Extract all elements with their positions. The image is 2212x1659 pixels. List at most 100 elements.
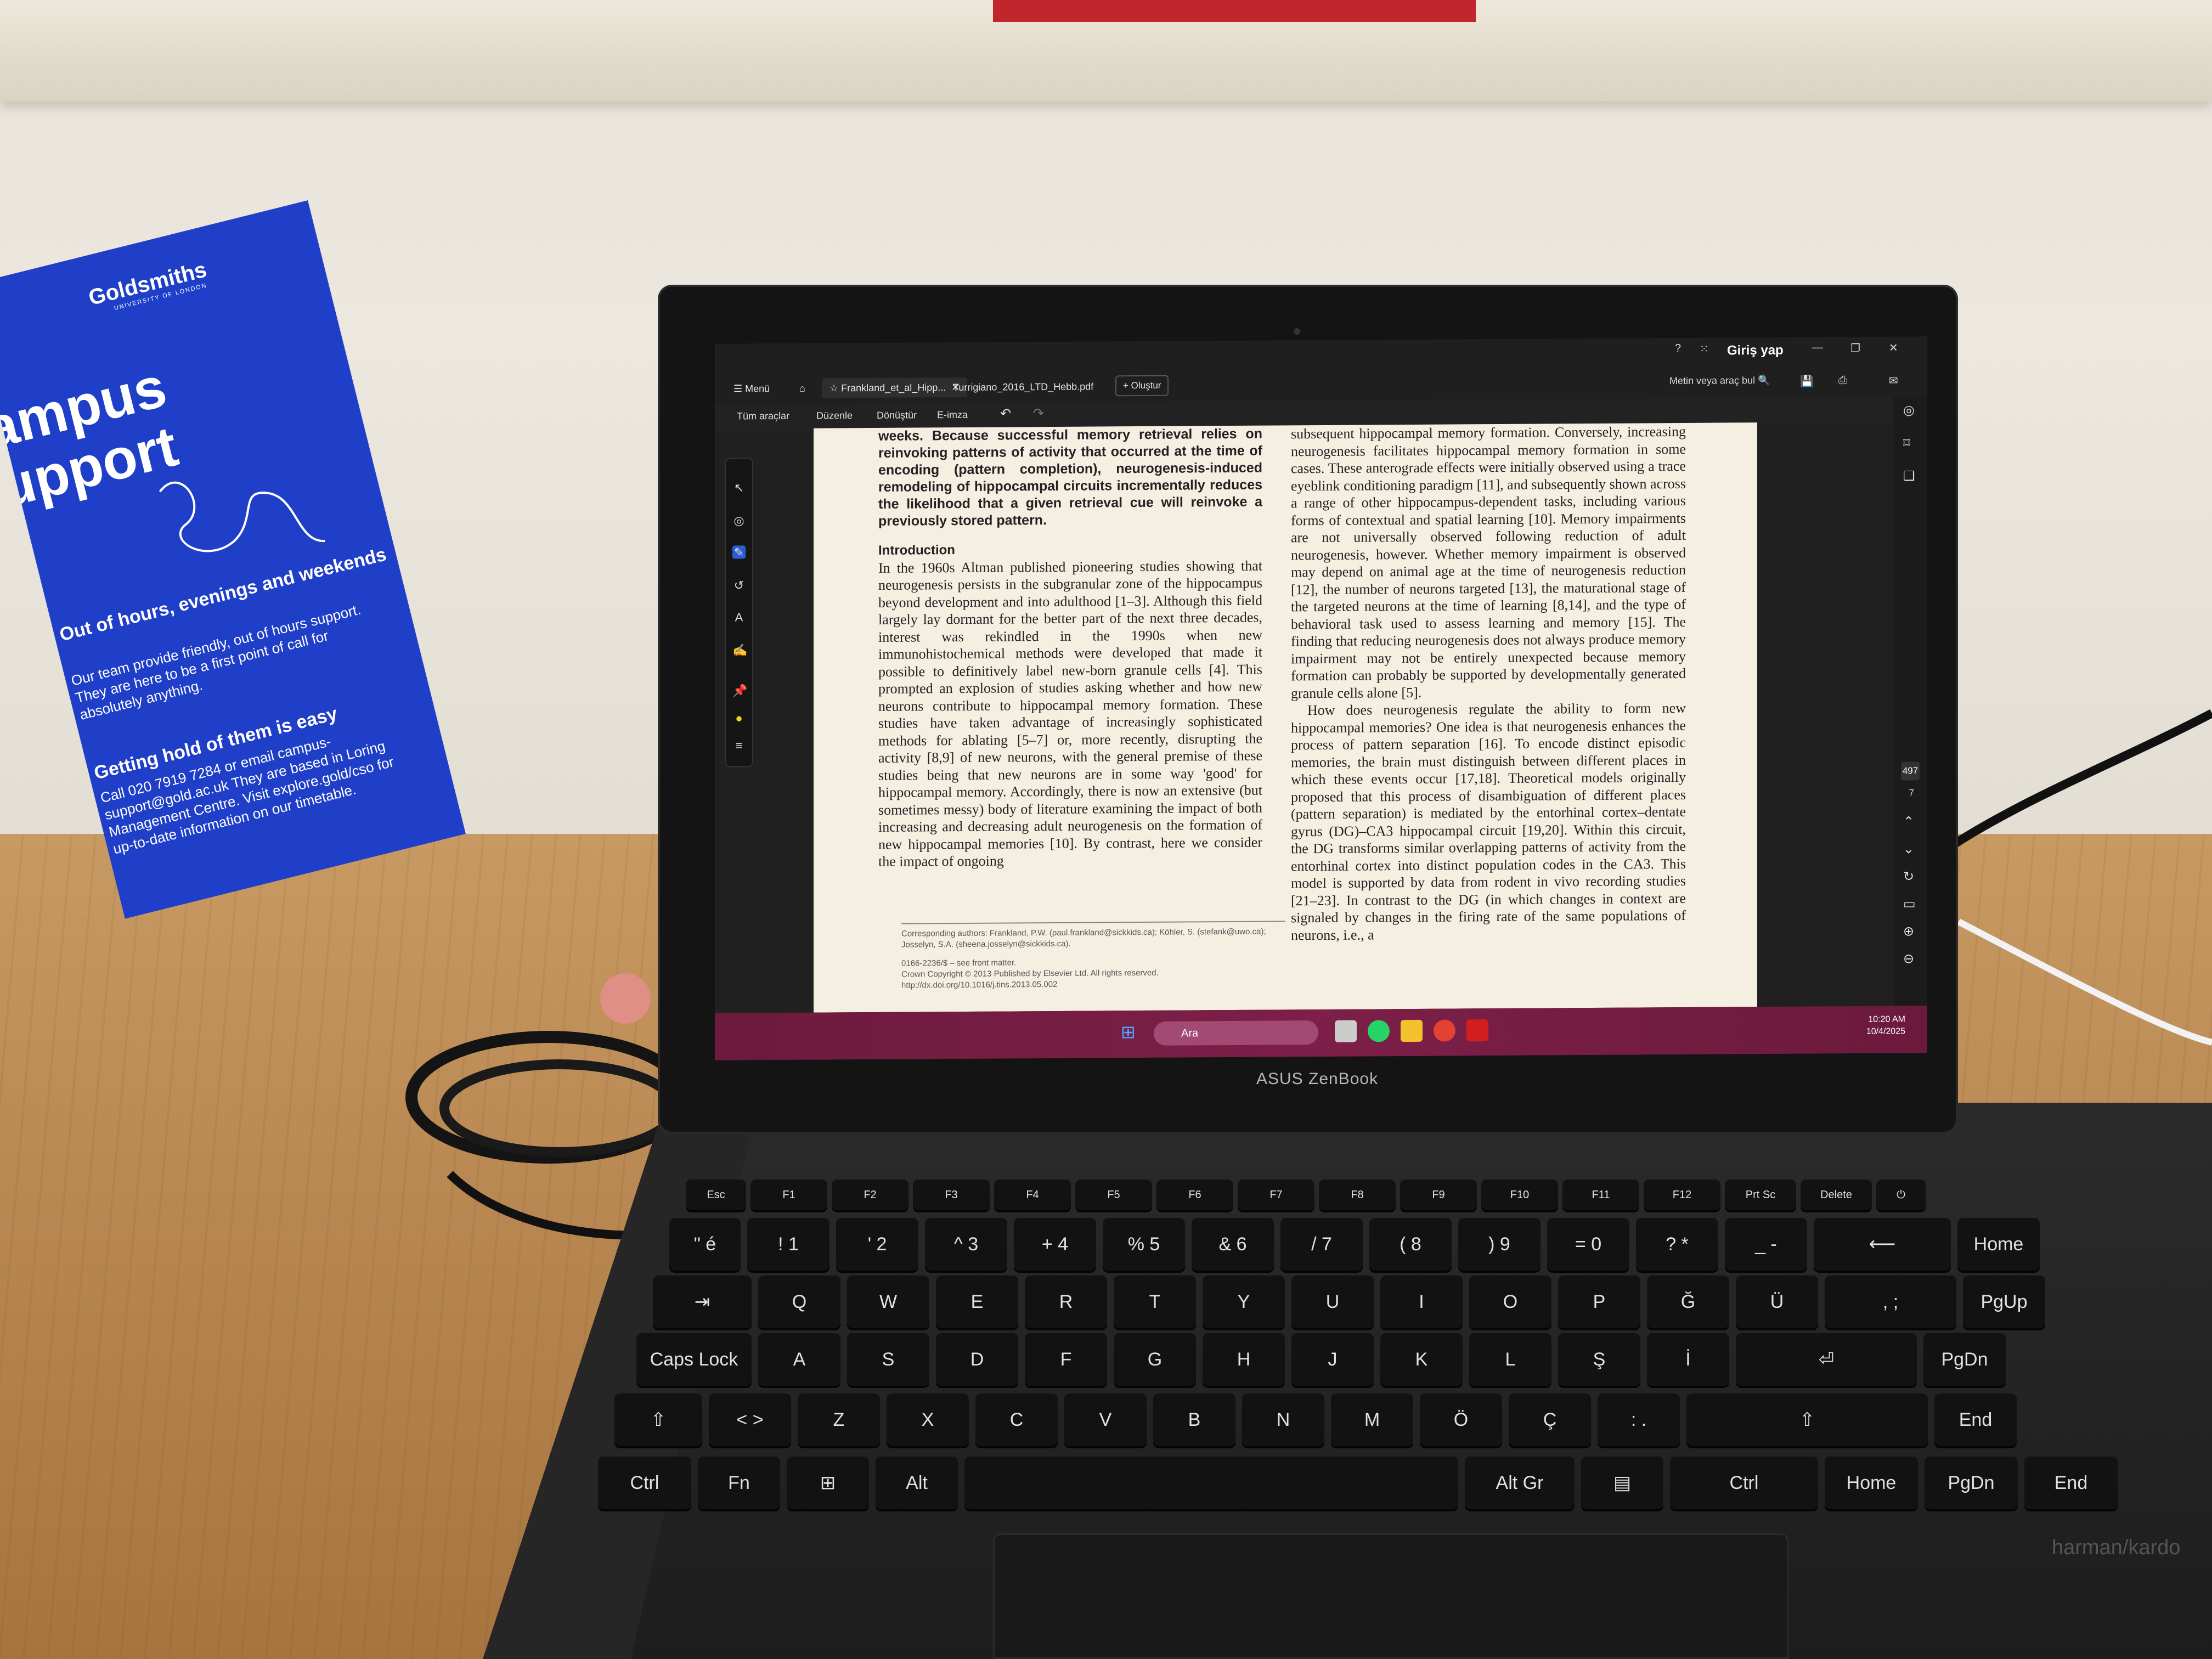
menu-button[interactable]: ☰ Menü	[726, 379, 777, 399]
key-q_row-11[interactable]: Ğ	[1647, 1276, 1729, 1328]
key-bottom_row-9[interactable]: PgDn	[1925, 1457, 2018, 1509]
key-a_row-9[interactable]: L	[1469, 1333, 1551, 1386]
key-z_row-13[interactable]: End	[1934, 1393, 2017, 1446]
key-q_row-8[interactable]: I	[1380, 1276, 1463, 1328]
key-num_row-10[interactable]: = 0	[1547, 1218, 1629, 1271]
close-icon[interactable]: ✕	[1889, 341, 1898, 355]
key-num_row-2[interactable]: ' 2	[836, 1218, 918, 1271]
key-num_row-9[interactable]: ) 9	[1458, 1218, 1541, 1271]
page-view-icon[interactable]: ▭	[1903, 896, 1916, 912]
copy-pages-icon[interactable]: ❏	[1903, 468, 1915, 484]
key-a_row-5[interactable]: G	[1114, 1333, 1196, 1386]
key-q_row-2[interactable]: W	[847, 1276, 929, 1328]
key-q_row-10[interactable]: P	[1558, 1276, 1640, 1328]
key-q_row-9[interactable]: O	[1469, 1276, 1551, 1328]
key-num_row-4[interactable]: + 4	[1014, 1218, 1096, 1271]
tab-turrigiano[interactable]: Turrigiano_2016_LTD_Hebb.pdf	[945, 376, 1101, 397]
signin-button[interactable]: Giriş yap	[1727, 343, 1784, 359]
key-q_row-1[interactable]: Q	[758, 1276, 840, 1328]
mail-icon[interactable]: ✉	[1889, 374, 1898, 388]
key-bottom_row-5[interactable]: Alt Gr	[1465, 1457, 1575, 1509]
key-a_row-6[interactable]: H	[1203, 1333, 1285, 1386]
key-num_row-13[interactable]: ⟵	[1814, 1218, 1951, 1271]
key-num_row-6[interactable]: & 6	[1192, 1218, 1274, 1271]
create-button[interactable]: + Oluştur	[1115, 375, 1169, 397]
key-a_row-2[interactable]: S	[847, 1333, 929, 1386]
key-bottom_row-6[interactable]: ▤	[1581, 1457, 1663, 1509]
key-num_row-3[interactable]: ^ 3	[925, 1218, 1007, 1271]
key-num_row-8[interactable]: ( 8	[1369, 1218, 1452, 1271]
key-a_row-0[interactable]: Caps Lock	[636, 1333, 752, 1386]
pin-icon[interactable]: 📌	[732, 684, 747, 697]
undo-icon[interactable]: ↶	[1000, 405, 1011, 421]
key-a_row-7[interactable]: J	[1291, 1333, 1374, 1386]
key-fn_row-14[interactable]: Delete	[1801, 1180, 1872, 1210]
taskbar-search[interactable]: Ara	[1154, 1020, 1318, 1046]
key-num_row-5[interactable]: % 5	[1103, 1218, 1185, 1271]
key-bottom_row-1[interactable]: Fn	[698, 1457, 780, 1509]
key-z_row-2[interactable]: Z	[798, 1393, 880, 1446]
key-q_row-13[interactable]: , ;	[1825, 1276, 1956, 1328]
key-fn_row-3[interactable]: F3	[913, 1180, 990, 1210]
key-q_row-6[interactable]: Y	[1203, 1276, 1285, 1328]
home-icon[interactable]: ⌂	[792, 379, 813, 398]
apps-grid-icon[interactable]: ⁙	[1700, 342, 1709, 356]
key-fn_row-6[interactable]: F6	[1156, 1180, 1233, 1210]
highlight-pen-icon[interactable]: ✎	[732, 545, 746, 560]
touchpad[interactable]	[993, 1533, 1788, 1659]
key-fn_row-4[interactable]: F4	[994, 1180, 1071, 1210]
key-a_row-12[interactable]: ⏎	[1736, 1333, 1917, 1386]
key-z_row-10[interactable]: Ç	[1509, 1393, 1591, 1446]
zoom-in-icon[interactable]: ⊕	[1903, 923, 1914, 939]
maximize-icon[interactable]: ❐	[1850, 341, 1860, 355]
page-up-icon[interactable]: ⌃	[1903, 814, 1914, 830]
key-num_row-11[interactable]: ? *	[1636, 1218, 1718, 1271]
key-z_row-7[interactable]: N	[1242, 1393, 1324, 1446]
ai-assistant-icon[interactable]: ◎	[1903, 402, 1915, 418]
acrobat-icon[interactable]	[1466, 1019, 1488, 1042]
key-num_row-7[interactable]: / 7	[1280, 1218, 1363, 1271]
key-fn_row-8[interactable]: F8	[1319, 1180, 1396, 1210]
key-q_row-5[interactable]: T	[1114, 1276, 1196, 1328]
whatsapp-icon[interactable]	[1368, 1020, 1390, 1042]
key-bottom_row-10[interactable]: End	[2024, 1457, 2118, 1509]
key-num_row-12[interactable]: _ -	[1725, 1218, 1807, 1271]
more-icon[interactable]: ≡	[732, 738, 746, 752]
key-fn_row-13[interactable]: Prt Sc	[1725, 1180, 1796, 1210]
key-fn_row-10[interactable]: F10	[1481, 1180, 1558, 1210]
select-cursor-icon[interactable]: ↖	[732, 481, 746, 494]
key-num_row-1[interactable]: ! 1	[747, 1218, 830, 1271]
key-q_row-7[interactable]: U	[1291, 1276, 1374, 1328]
key-a_row-8[interactable]: K	[1380, 1333, 1463, 1386]
key-fn_row-9[interactable]: F9	[1400, 1180, 1477, 1210]
key-a_row-4[interactable]: F	[1025, 1333, 1107, 1386]
file-explorer-icon[interactable]	[1401, 1019, 1423, 1042]
key-q_row-0[interactable]: ⇥	[653, 1276, 752, 1328]
refresh-icon[interactable]: ↻	[1903, 868, 1914, 884]
key-fn_row-11[interactable]: F11	[1562, 1180, 1639, 1210]
key-num_row-14[interactable]: Home	[1957, 1218, 2040, 1271]
key-fn_row-12[interactable]: F12	[1644, 1180, 1720, 1210]
color-dot-icon[interactable]: ●	[732, 711, 746, 725]
key-q_row-4[interactable]: R	[1025, 1276, 1107, 1328]
find-tools-search[interactable]: Metin veya araç bul 🔍	[1669, 375, 1770, 387]
key-bottom_row-0[interactable]: Ctrl	[598, 1457, 691, 1509]
bookmark-icon[interactable]: ⌑	[1903, 435, 1910, 451]
key-z_row-5[interactable]: V	[1064, 1393, 1147, 1446]
key-bottom_row-4[interactable]	[964, 1457, 1458, 1509]
key-z_row-3[interactable]: X	[887, 1393, 969, 1446]
key-num_row-0[interactable]: " é	[669, 1218, 741, 1271]
key-bottom_row-7[interactable]: Ctrl	[1670, 1457, 1818, 1509]
file-app-icon[interactable]	[1335, 1020, 1357, 1042]
key-a_row-3[interactable]: D	[936, 1333, 1018, 1386]
text-box-icon[interactable]: A	[732, 610, 746, 624]
key-fn_row-0[interactable]: Esc	[686, 1180, 746, 1210]
key-q_row-14[interactable]: PgUp	[1963, 1276, 2045, 1328]
toolbar-esign[interactable]: E-imza	[937, 409, 968, 421]
save-icon[interactable]: 💾	[1800, 375, 1814, 388]
taskbar-clock[interactable]: 10:20 AM 10/4/2025	[1866, 1013, 1905, 1037]
key-fn_row-7[interactable]: F7	[1238, 1180, 1314, 1210]
key-fn_row-15[interactable]: ⏻	[1876, 1180, 1926, 1210]
key-z_row-11[interactable]: : .	[1598, 1393, 1680, 1446]
redo-icon[interactable]: ↷	[1033, 405, 1044, 421]
